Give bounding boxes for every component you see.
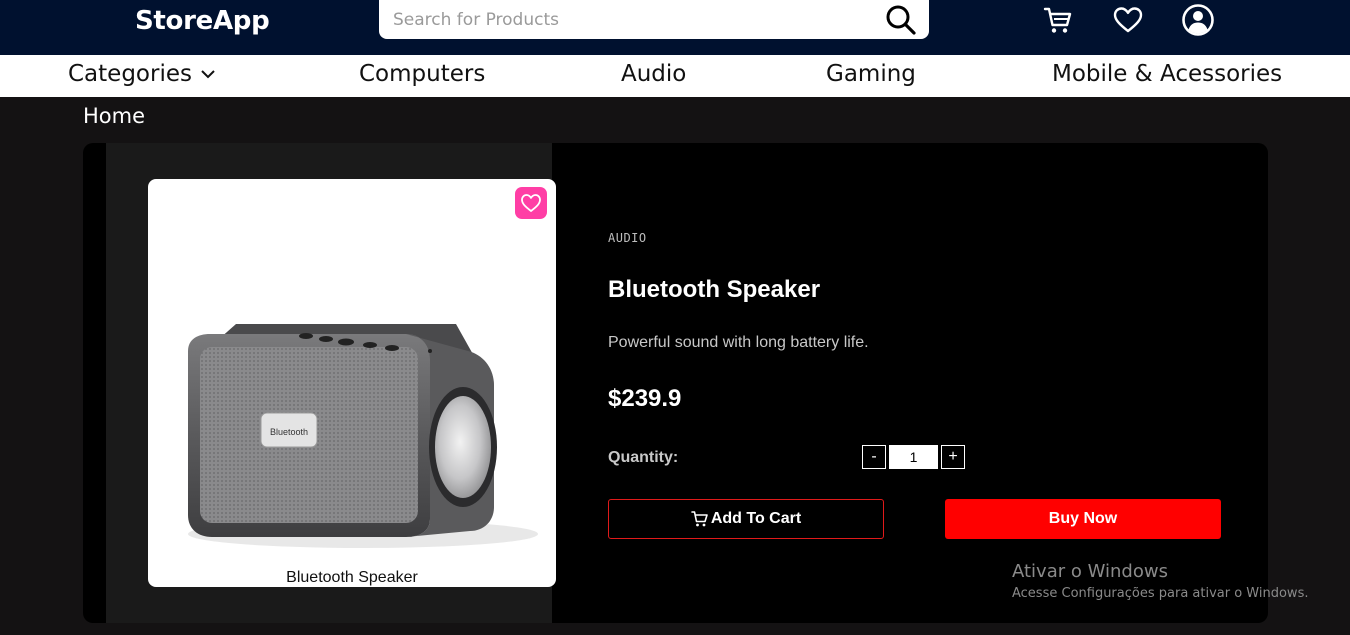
nav-item-gaming[interactable]: Gaming: [826, 61, 916, 87]
quantity-input[interactable]: [889, 445, 938, 469]
product-price: $239.9: [608, 385, 682, 412]
add-to-cart-label: Add To Cart: [710, 510, 802, 527]
product-category: AUDIO: [608, 231, 647, 245]
breadcrumb-home[interactable]: Home: [83, 104, 145, 128]
windows-activation-subtitle: Acesse Configurações para ativar o Windo…: [1012, 586, 1309, 601]
buy-now-button[interactable]: Buy Now: [945, 499, 1221, 539]
top-header: StoreApp: [0, 0, 1350, 55]
nav-categories-dropdown[interactable]: Categories: [68, 61, 216, 87]
heart-icon: [1113, 7, 1143, 33]
product-title: Bluetooth Speaker: [608, 276, 821, 303]
category-nav: Categories Computers Audio Gaming Mobile…: [0, 55, 1350, 97]
nav-categories-label: Categories: [68, 61, 192, 87]
search-bar: [379, 0, 929, 39]
nav-item-audio[interactable]: Audio: [621, 61, 686, 87]
wishlist-button[interactable]: [1110, 2, 1146, 38]
cart-button[interactable]: [1040, 2, 1076, 38]
quantity-increment-button[interactable]: +: [941, 445, 965, 469]
quantity-label: Quantity:: [608, 449, 679, 466]
user-account-icon: [1182, 4, 1214, 36]
bluetooth-speaker-image: Bluetooth: [188, 324, 538, 548]
chevron-down-icon: [201, 70, 215, 79]
quantity-decrement-button[interactable]: -: [862, 445, 886, 469]
product-image: Bluetooth Bluetooth Speaker: [148, 179, 556, 587]
search-input[interactable]: [393, 8, 863, 32]
heart-icon: [521, 194, 541, 212]
windows-activation-title: Ativar o Windows: [1012, 561, 1168, 582]
nav-item-computers[interactable]: Computers: [359, 61, 485, 87]
nav-item-mobile-accessories[interactable]: Mobile & Acessories: [1052, 61, 1282, 87]
add-to-cart-button[interactable]: Add To Cart: [608, 499, 884, 539]
favorite-button[interactable]: [515, 187, 547, 219]
cart-icon: [1043, 7, 1072, 33]
product-description: Powerful sound with long battery life.: [608, 334, 869, 351]
account-button[interactable]: [1180, 2, 1216, 38]
store-logo[interactable]: StoreApp: [135, 6, 270, 36]
search-icon: [886, 5, 916, 35]
search-button[interactable]: [883, 3, 919, 37]
product-image-panel: Bluetooth Bluetooth Speaker: [106, 143, 556, 623]
speaker-badge-text: Bluetooth: [270, 427, 308, 437]
product-image-caption: Bluetooth Speaker: [286, 569, 418, 586]
cart-icon: [691, 511, 708, 527]
product-card: Bluetooth Bluetooth Speaker AUDIO Blueto…: [83, 143, 1268, 623]
